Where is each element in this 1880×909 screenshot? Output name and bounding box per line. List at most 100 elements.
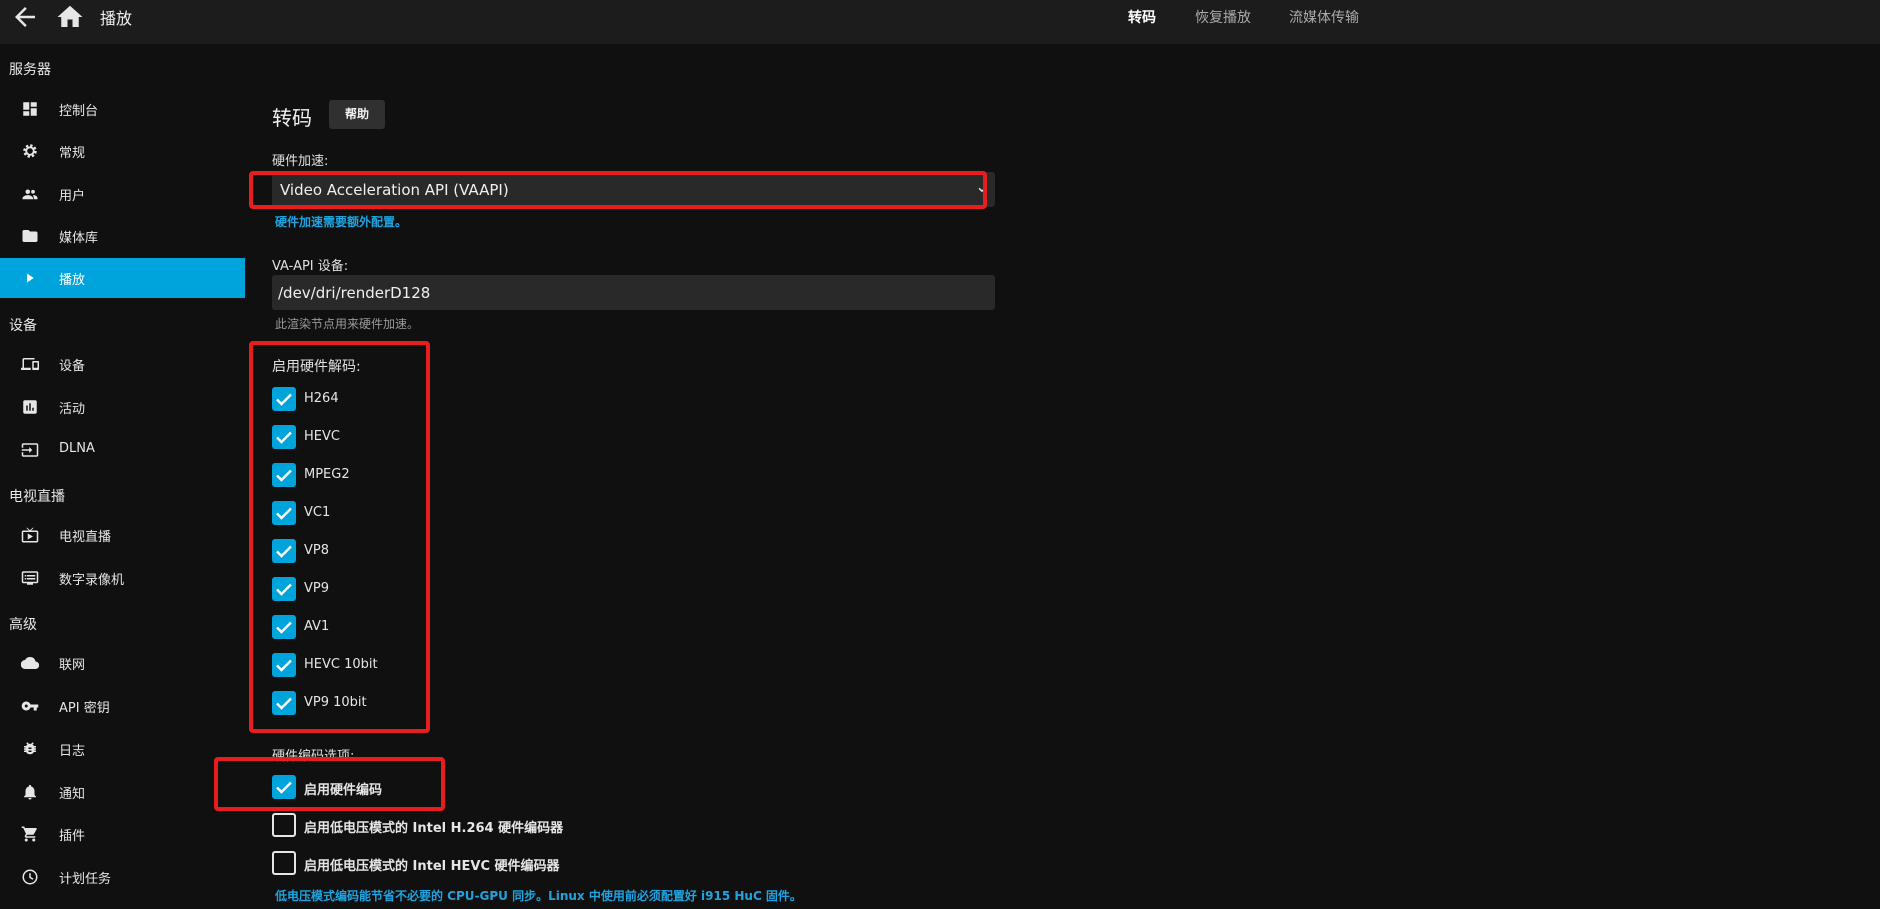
checkbox-box[interactable] [272,425,296,449]
checkbox-label: VP9 10bit [304,695,367,710]
sidebar-item-label: DLNA [59,441,95,456]
checkbox-label: 启用低电压模式的 Intel H.264 硬件编码器 [304,821,564,836]
dashboard-icon [23,102,37,116]
app-header: 播放 转码 恢复播放 流媒体传输 [0,0,1880,44]
checkbox-box[interactable] [272,577,296,601]
cloud-icon [21,657,39,670]
sidebar-section-server: 服务器 [9,62,51,78]
checkbox-label: MPEG2 [304,467,350,482]
checkbox-box[interactable] [272,463,296,487]
sidebar-item-label: 活动 [59,402,86,417]
check-icon [276,697,292,710]
check-icon [276,781,292,794]
sidebar-item-libraries[interactable]: 媒体库 [0,216,245,256]
checkbox-label: 启用硬件编码 [304,783,383,798]
hw-encoding-label: 硬件编码选项: [272,749,355,764]
arrow-back-icon [15,7,35,27]
bell-icon [24,784,36,800]
sidebar-section-livetv: 电视直播 [9,489,65,505]
hw-accel-label: 硬件加速: [272,154,329,169]
vaapi-device-hint: 此渲染节点用来硬件加速。 [275,317,420,331]
devices-icon [21,358,39,370]
checkbox-box[interactable] [272,653,296,677]
sidebar-item-notifications[interactable]: 通知 [0,772,245,812]
sidebar-item-label: 媒体库 [59,231,99,246]
sidebar-item-dlna[interactable]: DLNA [0,430,245,470]
sidebar-item-activity[interactable]: 活动 [0,387,245,427]
sidebar-item-api-keys[interactable]: API 密钥 [0,686,245,726]
check-icon [276,545,292,558]
sidebar-section-devices: 设备 [9,318,37,334]
check-icon [276,583,292,596]
sidebar-item-logs[interactable]: 日志 [0,729,245,769]
home-icon [57,5,83,27]
checkbox-label: VP9 [304,581,330,596]
check-icon [276,621,292,634]
tab-resume[interactable]: 恢复播放 [1195,7,1251,27]
sidebar-item-label: 联网 [59,658,86,673]
checkbox-box[interactable] [272,813,296,837]
play-icon [27,273,34,283]
bug-icon [24,742,36,755]
checkbox-box[interactable] [272,539,296,563]
check-icon [276,469,292,482]
sidebar-item-label: 控制台 [59,104,99,119]
activity-icon [23,400,37,414]
sidebar-section-advanced: 高级 [9,617,37,633]
sidebar-item-networking[interactable]: 联网 [0,643,245,683]
hw-decoding-label: 启用硬件解码: [272,359,361,375]
cart-icon [21,826,37,842]
checkbox-box[interactable] [272,501,296,525]
chevron-down-icon [978,187,986,193]
page-header-title: 播放 [100,9,133,28]
sidebar-item-label: 播放 [59,273,86,288]
key-icon [21,701,39,711]
sidebar: 服务器 控制台 常规 用户 媒体库 播放 设备 设备 活动 DLNA 电视直播 … [0,44,245,909]
back-button[interactable] [10,2,40,32]
sidebar-item-label: 用户 [59,189,86,204]
sidebar-item-devices[interactable]: 设备 [0,344,245,384]
sidebar-item-label: 电视直播 [59,530,112,545]
checkbox-label: AV1 [304,619,330,634]
hw-accel-select[interactable]: Video Acceleration API (VAAPI) [272,172,995,207]
check-icon [276,659,292,672]
sidebar-item-users[interactable]: 用户 [0,174,245,214]
sidebar-item-label: 计划任务 [59,872,112,887]
sidebar-item-dashboard[interactable]: 控制台 [0,89,245,129]
page-title: 转码 [272,106,312,130]
gear-icon [23,144,37,158]
live-tv-icon [21,527,39,543]
sidebar-item-livetv[interactable]: 电视直播 [0,515,245,555]
home-button[interactable] [55,2,85,32]
checkbox-box[interactable] [272,387,296,411]
checkbox-label: VP8 [304,543,330,558]
tab-transcoding[interactable]: 转码 [1128,7,1156,27]
low-power-hint[interactable]: 低电压模式编码能节省不必要的 CPU-GPU 同步。Linux 中使用前必须配置… [275,887,802,904]
sidebar-item-label: 设备 [59,359,86,374]
help-button[interactable]: 帮助 [329,100,385,129]
sidebar-item-general[interactable]: 常规 [0,131,245,171]
check-icon [276,393,292,406]
sidebar-item-playback[interactable]: 播放 [0,258,245,298]
hw-accel-value: Video Acceleration API (VAAPI) [280,181,509,199]
hw-accel-hint[interactable]: 硬件加速需要额外配置。 [275,213,407,230]
sidebar-item-dvr[interactable]: 数字录像机 [0,558,245,598]
tab-streaming[interactable]: 流媒体传输 [1289,7,1359,27]
checkbox-box[interactable] [272,691,296,715]
sidebar-item-label: 插件 [59,829,86,844]
sidebar-item-plugins[interactable]: 插件 [0,814,245,854]
input-icon [21,443,39,457]
checkbox-box[interactable] [272,775,296,799]
sidebar-item-label: API 密钥 [59,701,110,716]
people-icon [22,189,38,200]
clock-icon [22,869,38,885]
dvr-icon [21,571,39,585]
sidebar-item-scheduled-tasks[interactable]: 计划任务 [0,857,245,897]
checkbox-box[interactable] [272,851,296,875]
vaapi-device-input[interactable] [272,275,995,310]
checkbox-label: HEVC 10bit [304,657,378,672]
sidebar-item-label: 日志 [59,744,86,759]
check-icon [276,431,292,444]
checkbox-box[interactable] [272,615,296,639]
checkbox-label: 启用低电压模式的 Intel HEVC 硬件编码器 [304,859,560,874]
